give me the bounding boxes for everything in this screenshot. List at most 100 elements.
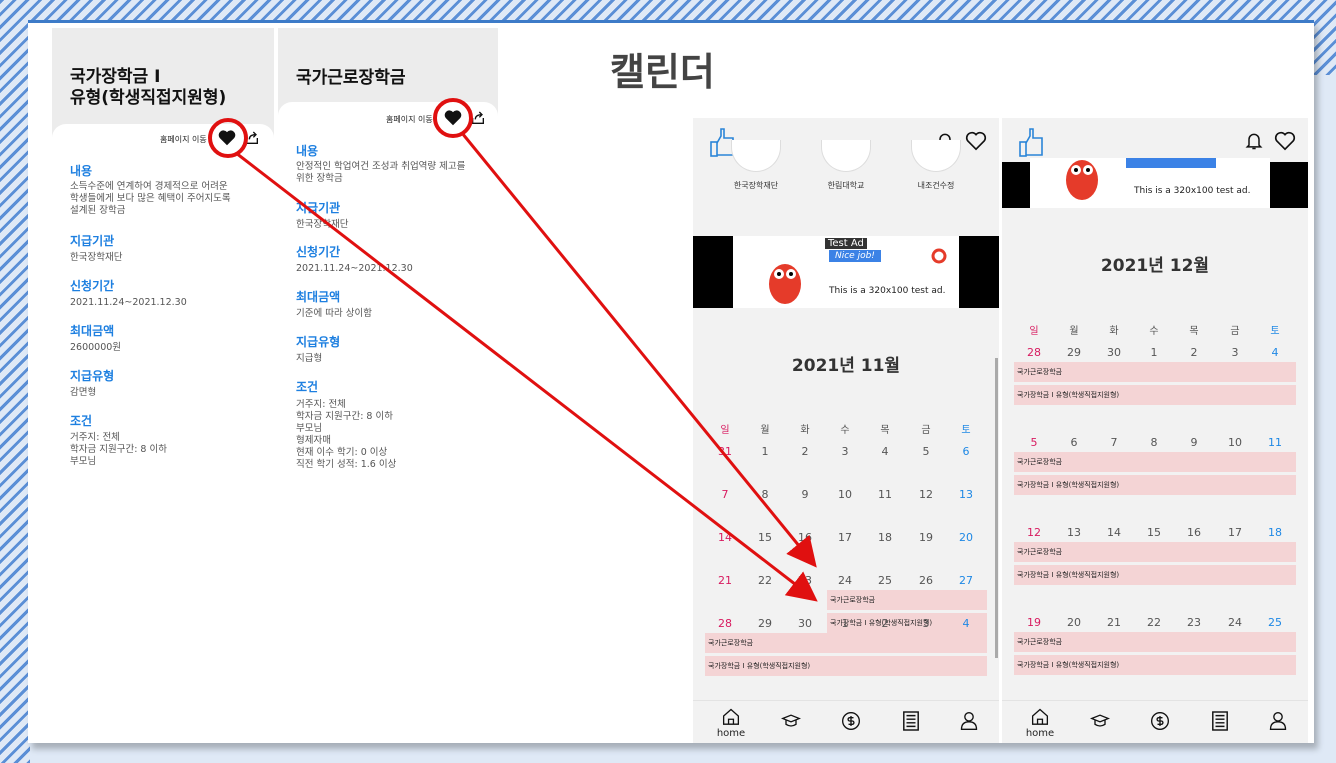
day-cell[interactable]: 7: [710, 488, 740, 501]
heart-filled-icon[interactable]: [218, 130, 236, 150]
day-cell[interactable]: 4: [951, 617, 981, 630]
day-cell[interactable]: 13: [1059, 526, 1089, 539]
day-cell[interactable]: 12: [1019, 526, 1049, 539]
share-icon[interactable]: [470, 110, 486, 130]
day-cell[interactable]: 24: [1220, 616, 1250, 629]
calendar-event[interactable]: 국가근로장학금: [1014, 632, 1296, 652]
day-cell[interactable]: 10: [1220, 436, 1250, 449]
quick-link-label[interactable]: 한림대학교: [801, 180, 891, 191]
ad-banner[interactable]: This is a 320x100 test ad.: [1030, 158, 1270, 208]
day-cell[interactable]: 2: [790, 445, 820, 458]
day-cell[interactable]: 29: [1059, 346, 1089, 359]
day-cell[interactable]: 16: [1179, 526, 1209, 539]
day-cell[interactable]: 26: [911, 574, 941, 587]
day-cell[interactable]: 11: [870, 488, 900, 501]
bell-icon[interactable]: [1244, 131, 1264, 155]
day-cell[interactable]: 12: [911, 488, 941, 501]
day-cell[interactable]: 24: [830, 574, 860, 587]
calendar-event[interactable]: 국가장학금 I 유형(학생직접지원형): [1014, 565, 1296, 585]
day-cell[interactable]: 21: [1099, 616, 1129, 629]
day-cell[interactable]: 2: [1179, 346, 1209, 359]
day-cell[interactable]: 1: [750, 445, 780, 458]
day-cell[interactable]: 27: [951, 574, 981, 587]
day-cell[interactable]: 18: [870, 531, 900, 544]
nav-scholarship[interactable]: [1080, 701, 1120, 743]
calendar-event[interactable]: 국가근로장학금: [1014, 362, 1296, 382]
day-cell[interactable]: 10: [830, 488, 860, 501]
day-cell[interactable]: 7: [1099, 436, 1129, 449]
day-cell[interactable]: 22: [1139, 616, 1169, 629]
day-cell[interactable]: 5: [1019, 436, 1049, 449]
nav-money[interactable]: [1140, 701, 1180, 743]
day-cell[interactable]: 28: [710, 617, 740, 630]
day-cell[interactable]: 22: [750, 574, 780, 587]
quick-link-label[interactable]: 한국장학재단: [711, 180, 801, 191]
day-cell[interactable]: 11: [1260, 436, 1290, 449]
day-cell[interactable]: 30: [1099, 346, 1129, 359]
nav-news[interactable]: [1200, 701, 1240, 743]
calendar-event[interactable]: 국가근로장학금: [1014, 542, 1296, 562]
day-cell[interactable]: 17: [1220, 526, 1250, 539]
day-cell[interactable]: 14: [1099, 526, 1129, 539]
quick-link-label[interactable]: 내조건수정: [891, 180, 981, 191]
day-cell[interactable]: 3: [830, 445, 860, 458]
homepage-link[interactable]: 홈페이지 이동: [386, 114, 433, 125]
day-cell[interactable]: 1: [830, 617, 860, 630]
heart-outline-icon[interactable]: [965, 131, 987, 155]
day-cell[interactable]: 4: [870, 445, 900, 458]
calendar-event[interactable]: 국가근로장학금: [1014, 452, 1296, 472]
calendar-event[interactable]: 국가장학금 I 유형(학생직접지원형): [1014, 475, 1296, 495]
day-cell[interactable]: 8: [1139, 436, 1169, 449]
day-cell[interactable]: 28: [1019, 346, 1049, 359]
nav-home[interactable]: home: [1020, 701, 1060, 743]
calendar-event[interactable]: 국가근로장학금: [827, 590, 987, 610]
kosaf-link-icon[interactable]: [731, 140, 781, 172]
day-cell[interactable]: 16: [790, 531, 820, 544]
day-cell[interactable]: 23: [1179, 616, 1209, 629]
day-cell[interactable]: 9: [1179, 436, 1209, 449]
day-cell[interactable]: 2: [870, 617, 900, 630]
day-cell[interactable]: 15: [1139, 526, 1169, 539]
day-cell[interactable]: 23: [790, 574, 820, 587]
nav-scholarship[interactable]: [771, 701, 811, 743]
heart-outline-icon[interactable]: [1274, 131, 1296, 155]
day-cell[interactable]: 17: [830, 531, 860, 544]
day-cell[interactable]: 30: [790, 617, 820, 630]
day-cell[interactable]: 3: [911, 617, 941, 630]
day-cell[interactable]: 19: [911, 531, 941, 544]
ad-banner[interactable]: Test Ad Nice job! This is a 320x100 test…: [733, 236, 959, 308]
homepage-link[interactable]: 홈페이지 이동: [160, 134, 207, 145]
day-cell[interactable]: 25: [1260, 616, 1290, 629]
day-cell[interactable]: 15: [750, 531, 780, 544]
calendar-event[interactable]: 국가장학금 I 유형(학생직접지원형): [1014, 385, 1296, 405]
day-cell[interactable]: 20: [1059, 616, 1089, 629]
day-cell[interactable]: 13: [951, 488, 981, 501]
heart-filled-icon[interactable]: [444, 110, 462, 130]
day-cell[interactable]: 1: [1139, 346, 1169, 359]
scrollbar[interactable]: [995, 358, 998, 658]
day-cell[interactable]: 6: [951, 445, 981, 458]
day-cell[interactable]: 9: [790, 488, 820, 501]
day-cell[interactable]: 25: [870, 574, 900, 587]
nav-news[interactable]: [891, 701, 931, 743]
day-cell[interactable]: 14: [710, 531, 740, 544]
day-cell[interactable]: 19: [1019, 616, 1049, 629]
share-icon[interactable]: [244, 130, 260, 150]
day-cell[interactable]: 18: [1260, 526, 1290, 539]
hallym-link-icon[interactable]: [821, 140, 871, 172]
day-cell[interactable]: 31: [710, 445, 740, 458]
nav-money[interactable]: [831, 701, 871, 743]
calendar-event[interactable]: 국가장학금 I 유형(학생직접지원형): [705, 656, 987, 676]
nav-profile[interactable]: [1258, 701, 1298, 743]
day-cell[interactable]: 3: [1220, 346, 1250, 359]
edit-conditions-link-icon[interactable]: [911, 140, 961, 172]
day-cell[interactable]: 4: [1260, 346, 1290, 359]
calendar-event[interactable]: 국가장학금 I 유형(학생직접지원형): [1014, 655, 1296, 675]
calendar-event[interactable]: 국가근로장학금: [705, 633, 987, 653]
day-cell[interactable]: 6: [1059, 436, 1089, 449]
day-cell[interactable]: 5: [911, 445, 941, 458]
day-cell[interactable]: 29: [750, 617, 780, 630]
nav-profile[interactable]: [949, 701, 989, 743]
day-cell[interactable]: 21: [710, 574, 740, 587]
day-cell[interactable]: 20: [951, 531, 981, 544]
